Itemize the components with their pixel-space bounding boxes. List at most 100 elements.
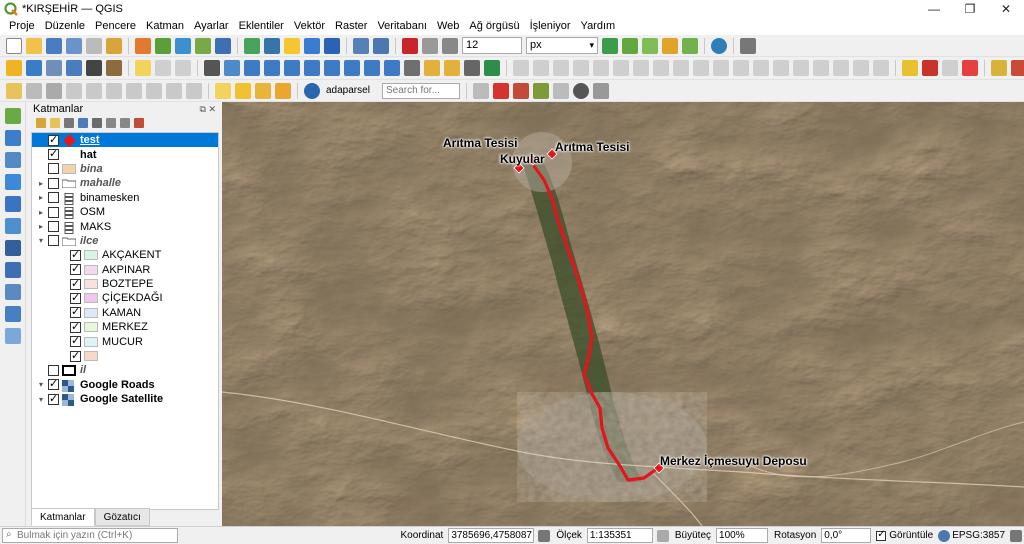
- label-tool-1-icon[interactable]: [902, 60, 918, 76]
- add-vector-layer-icon[interactable]: [5, 108, 21, 124]
- digitize-18-icon[interactable]: [853, 60, 869, 76]
- tab-browser[interactable]: Gözatıcı: [94, 508, 150, 526]
- layer-visibility-checkbox[interactable]: [70, 334, 81, 348]
- maximize-button[interactable]: ❐: [952, 0, 988, 18]
- zoom-out-icon[interactable]: [264, 60, 280, 76]
- crs-icon[interactable]: [938, 529, 951, 542]
- messages-icon[interactable]: [1010, 529, 1022, 542]
- layer-visibility-checkbox[interactable]: [70, 349, 81, 362]
- gear-icon[interactable]: [66, 60, 82, 76]
- layer-visibility-checkbox[interactable]: [48, 147, 59, 161]
- layer-row[interactable]: KAMAN: [32, 305, 218, 320]
- digitize-9-icon[interactable]: [673, 60, 689, 76]
- redo-icon[interactable]: [186, 82, 202, 99]
- font-size-input[interactable]: 12: [462, 37, 522, 54]
- expand-arrow-icon[interactable]: ▸: [36, 179, 46, 188]
- add-spatialite-icon[interactable]: [5, 218, 21, 234]
- zoom-native-icon[interactable]: [344, 60, 360, 76]
- show-bookmarks-icon[interactable]: [444, 60, 460, 76]
- track-icon[interactable]: [553, 82, 569, 99]
- select-attribute-icon[interactable]: [235, 82, 251, 99]
- globe-icon[interactable]: [373, 37, 389, 54]
- menu-item[interactable]: Düzenle: [40, 18, 90, 35]
- save-edits-icon[interactable]: [46, 82, 62, 99]
- digitize-19-icon[interactable]: [873, 60, 889, 76]
- printer-icon[interactable]: [740, 37, 756, 54]
- refresh-map-icon[interactable]: [484, 60, 500, 76]
- add-wms-icon[interactable]: [215, 37, 231, 54]
- locator-search[interactable]: Bulmak için yazın (Ctrl+K): [2, 528, 178, 543]
- temporal-icon[interactable]: [464, 60, 480, 76]
- digitize-16-icon[interactable]: [813, 60, 829, 76]
- layer-row[interactable]: ▾ Google Satellite: [32, 392, 218, 407]
- tab-layers[interactable]: Katmanlar: [31, 508, 95, 526]
- expand-arrow-icon[interactable]: ▸: [36, 193, 46, 202]
- refresh-icon[interactable]: [244, 37, 260, 54]
- lightning-icon[interactable]: [284, 37, 300, 54]
- add-wcs-layer-icon[interactable]: [5, 306, 21, 322]
- graph-icon[interactable]: [324, 37, 340, 54]
- layer-visibility-checkbox[interactable]: [48, 177, 59, 189]
- layer-row[interactable]: ▾ Google Roads: [32, 377, 218, 392]
- add-wms-layer-icon[interactable]: [5, 262, 21, 278]
- zoom-layer-icon[interactable]: [324, 60, 340, 76]
- label-tool-6-icon[interactable]: [1011, 60, 1024, 76]
- minimize-button[interactable]: —: [916, 0, 952, 18]
- attribute-table-icon[interactable]: [26, 60, 42, 76]
- layer-visibility-checkbox[interactable]: [48, 235, 59, 247]
- zoom-next-icon[interactable]: [384, 60, 400, 76]
- layer-visibility-checkbox[interactable]: [48, 364, 59, 376]
- save-project-icon[interactable]: [46, 37, 62, 54]
- layer-visibility-checkbox[interactable]: [48, 377, 59, 391]
- layer-row[interactable]: ▾ ilce: [32, 234, 218, 248]
- sum-icon[interactable]: [86, 60, 102, 76]
- cross-tool-icon[interactable]: [642, 37, 658, 54]
- layer-visibility-checkbox[interactable]: [70, 320, 81, 333]
- field-calc-icon[interactable]: [46, 60, 62, 76]
- layer-row[interactable]: AKÇAKENT: [32, 248, 218, 262]
- layout-manager-icon[interactable]: [106, 37, 122, 54]
- mouse-icon[interactable]: [538, 529, 551, 542]
- layer-row[interactable]: ▸ mahalle: [32, 176, 218, 190]
- filter-legend-icon[interactable]: [92, 118, 102, 128]
- close-button[interactable]: ✕: [988, 0, 1024, 18]
- map-tips-icon[interactable]: [473, 82, 489, 99]
- digitize-15-icon[interactable]: [793, 60, 809, 76]
- layer-visibility-checkbox[interactable]: [70, 291, 81, 304]
- layer-visibility-checkbox[interactable]: [70, 305, 81, 319]
- digitize-17-icon[interactable]: [833, 60, 849, 76]
- layer-visibility-checkbox[interactable]: [70, 277, 81, 290]
- deselect-icon[interactable]: [255, 82, 271, 99]
- menu-item[interactable]: Proje: [4, 18, 40, 35]
- layer-row[interactable]: BOZTEPE: [32, 277, 218, 291]
- font-size-icon[interactable]: [442, 37, 458, 54]
- collapse-arrow-icon[interactable]: ▾: [36, 236, 46, 245]
- menu-item[interactable]: Web: [432, 18, 464, 35]
- layer-row[interactable]: ÇİÇEKDAĞI: [32, 291, 218, 305]
- tools-icon[interactable]: [593, 82, 609, 99]
- lock-icon[interactable]: [656, 529, 669, 542]
- zoom-feature-icon[interactable]: [513, 82, 529, 99]
- globe-search-icon[interactable]: [353, 37, 369, 54]
- digitize-11-icon[interactable]: [713, 60, 729, 76]
- menu-item[interactable]: Ağ örgüsü: [464, 18, 524, 35]
- label-tool-2-icon[interactable]: [922, 60, 938, 76]
- add-line-icon[interactable]: [86, 82, 102, 99]
- add-raster-icon[interactable]: [175, 37, 191, 54]
- digitize-10-icon[interactable]: [693, 60, 709, 76]
- menu-item[interactable]: Veritabanı: [372, 18, 432, 35]
- layer-row[interactable]: hat: [32, 147, 218, 161]
- label-style-icon[interactable]: [422, 37, 438, 54]
- filter-icon[interactable]: [78, 118, 88, 128]
- panel-float-close-buttons[interactable]: ⧉ ✕: [200, 102, 216, 116]
- select-features-icon[interactable]: [215, 82, 231, 99]
- magnifier-field[interactable]: 100%: [716, 528, 769, 543]
- menu-item[interactable]: Raster: [330, 18, 372, 35]
- vertex-tool-icon[interactable]: [106, 82, 122, 99]
- coordinate-field[interactable]: 3785696,4758087: [448, 528, 535, 543]
- layer-visibility-checkbox[interactable]: [48, 392, 59, 405]
- zoom-selection-icon[interactable]: [304, 60, 320, 76]
- zoom-full-icon[interactable]: [284, 60, 300, 76]
- digitize-icon[interactable]: [533, 82, 549, 99]
- digitize-8-icon[interactable]: [653, 60, 669, 76]
